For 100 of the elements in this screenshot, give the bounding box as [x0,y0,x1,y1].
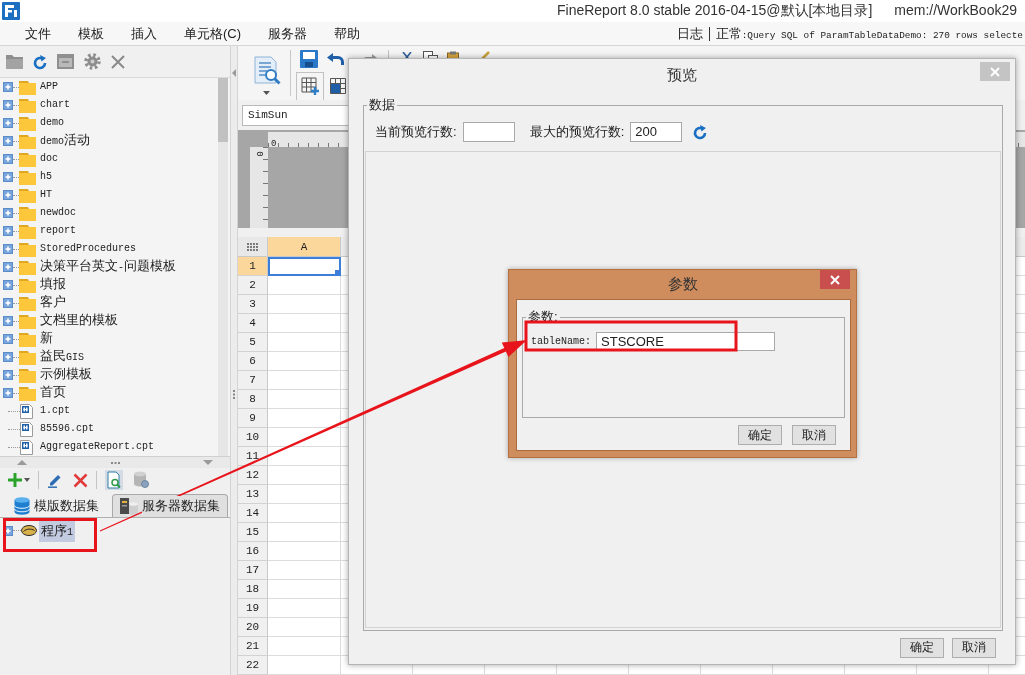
tree-item[interactable]: 示例模板 [40,365,92,385]
input-field[interactable]: 200 [630,122,683,142]
row-header[interactable]: 2 [238,276,268,295]
menu-item[interactable]: 帮助 [334,24,361,43]
row-header[interactable]: 21 [238,637,268,656]
dialog-button[interactable]: 确定 [900,637,944,658]
collapse-up-icon[interactable] [17,460,27,465]
log-link[interactable]: 日志 [676,24,703,43]
expand-icon[interactable] [3,352,13,362]
scrollbar[interactable] [218,78,228,456]
tree-item[interactable]: 益民GIS [40,347,84,367]
database-gear-icon[interactable] [133,471,149,489]
row-header[interactable]: 6 [238,352,268,371]
tree-item[interactable]: demo [40,114,64,132]
row-header[interactable]: 13 [238,485,268,504]
tree-item[interactable]: 1.cpt [40,402,70,420]
expand-icon[interactable] [3,334,13,344]
expand-icon[interactable] [3,244,13,254]
expand-icon[interactable] [3,100,13,110]
grid-plus-icon[interactable] [301,76,319,95]
expand-icon[interactable] [3,190,13,200]
refresh-icon[interactable] [693,124,708,140]
expand-icon[interactable] [3,136,13,146]
tree-item[interactable]: 新 [40,329,53,349]
expand-icon[interactable] [3,316,13,326]
undo-icon[interactable] [327,51,345,66]
refresh-icon[interactable] [33,53,47,70]
row-header[interactable]: 7 [238,371,268,390]
row-header[interactable]: 12 [238,466,268,485]
expand-icon[interactable] [3,280,13,290]
selected-cell[interactable] [268,257,341,276]
row-header[interactable]: 18 [238,580,268,599]
tree-item[interactable]: 客户 [40,293,66,313]
tree-item[interactable]: h5 [40,168,52,186]
tree-item[interactable]: 填报 [40,275,66,295]
menu-item[interactable]: 模板 [78,24,104,43]
tab[interactable]: 服务器数据集 [112,494,228,517]
row-header[interactable]: 16 [238,542,268,561]
input-field[interactable] [462,122,515,142]
dialog-button[interactable]: 取消 [792,425,836,445]
tree-item[interactable]: doc [40,150,58,168]
tree-item[interactable]: HT [40,186,52,204]
corner-cell[interactable] [238,237,268,257]
column-header[interactable]: A [268,237,341,257]
tree-item[interactable]: StoredProcedures [40,240,136,258]
expand-icon[interactable] [3,172,13,182]
tree-item[interactable]: report [40,222,76,240]
row-header[interactable]: 9 [238,409,268,428]
document-search-icon[interactable] [105,470,123,490]
menu-item[interactable]: 文件 [25,24,51,43]
collapse-left-icon[interactable] [232,69,236,77]
tree-item[interactable]: chart [40,96,70,114]
pencil-icon[interactable] [47,472,63,488]
gear-icon[interactable] [84,53,101,70]
menu-item[interactable]: 插入 [131,24,157,43]
dataset-item[interactable]: 程序1 [39,519,75,542]
expand-icon[interactable] [3,226,13,236]
tree-item[interactable]: 85596.cpt [40,420,94,438]
tree-item[interactable]: 首页 [40,383,66,403]
collapse-down-icon[interactable] [203,460,213,465]
cross-icon[interactable] [111,54,125,69]
tree-item[interactable]: AggregateReport.cpt [40,438,155,456]
row-header[interactable]: 15 [238,523,268,542]
row-header[interactable]: 20 [238,618,268,637]
caret-icon[interactable] [24,478,30,482]
row-header[interactable]: 10 [238,428,268,447]
cross-icon[interactable] [73,472,88,488]
tree-item[interactable]: newdoc [40,204,76,222]
expand-icon[interactable] [3,154,13,164]
expand-icon[interactable] [3,388,13,398]
menu-item[interactable]: 服务器 [268,24,308,43]
row-header[interactable]: 1 [238,257,268,276]
row-header[interactable]: 19 [238,599,268,618]
tree-item[interactable]: 文档里的模板 [40,311,118,331]
row-header[interactable]: 4 [238,314,268,333]
row-header[interactable]: 14 [238,504,268,523]
row-header[interactable]: 22 [238,656,268,675]
tree-item[interactable]: 决策平台英文-问题模板 [40,257,176,277]
row-header[interactable]: 17 [238,561,268,580]
expand-icon[interactable] [3,262,13,272]
expand-icon[interactable] [3,118,13,128]
row-header[interactable]: 3 [238,295,268,314]
expand-icon[interactable] [3,82,13,92]
expand-icon[interactable] [3,370,13,380]
tree-item[interactable]: APP [40,78,58,96]
folder-icon[interactable] [6,54,23,69]
menu-item[interactable]: 单元格(C) [184,24,242,43]
close-button[interactable] [820,270,850,289]
plus-icon[interactable] [8,473,22,487]
expand-icon[interactable] [3,208,13,218]
save-icon[interactable] [300,49,318,68]
row-header[interactable]: 5 [238,333,268,352]
input-field[interactable]: STSCORE [596,332,775,351]
dialog-button[interactable]: 确定 [738,425,782,445]
row-header[interactable]: 8 [238,390,268,409]
dialog-button[interactable]: 取消 [952,637,996,658]
grip-icon[interactable] [110,461,120,464]
grid-icon[interactable] [330,77,346,94]
tree-item[interactable]: demo活动 [40,131,90,151]
scrollbar-thumb[interactable] [218,78,228,142]
